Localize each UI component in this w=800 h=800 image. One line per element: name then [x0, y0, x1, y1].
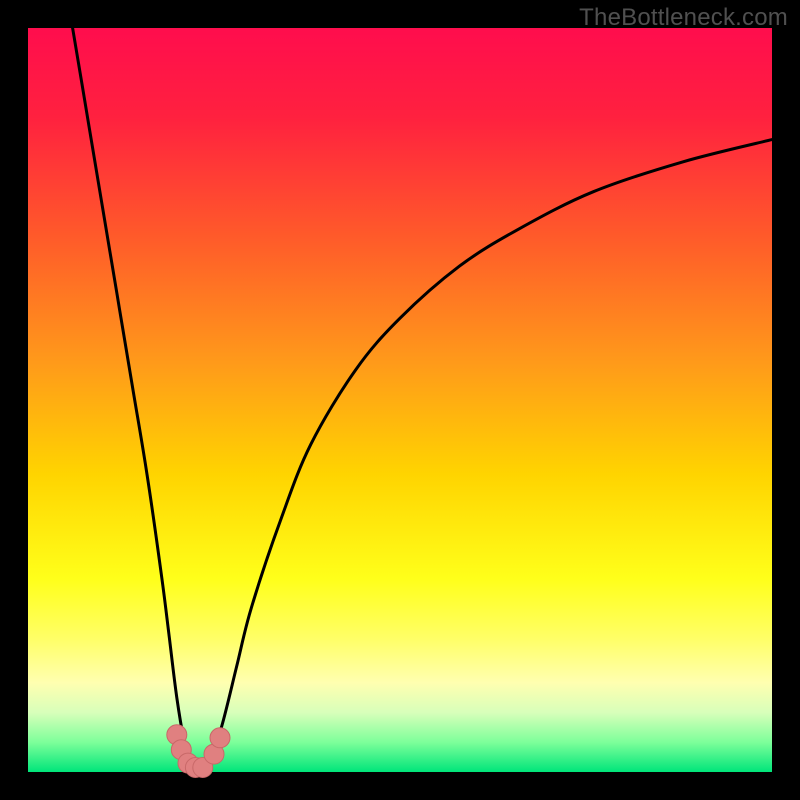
- watermark-text: TheBottleneck.com: [579, 4, 788, 32]
- curve-right-branch: [207, 140, 772, 772]
- outer-frame: TheBottleneck.com: [0, 0, 800, 800]
- data-marker: [210, 728, 230, 748]
- curve-layer: [28, 28, 772, 772]
- curve-left-branch: [73, 28, 192, 772]
- gradient-plot-area: [28, 28, 772, 772]
